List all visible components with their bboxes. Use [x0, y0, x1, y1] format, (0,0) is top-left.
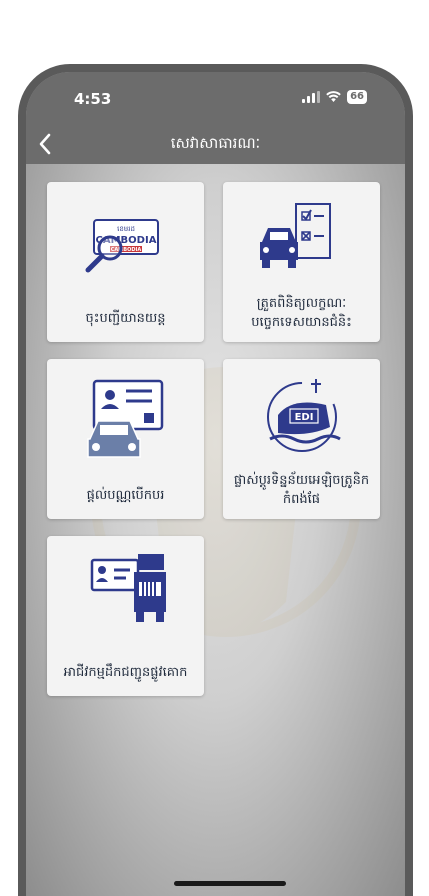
- service-label: ផ្លាស់ប្តូរទិន្នន័យអេឡិចត្រូនិកកំពង់ផែ: [233, 473, 370, 507]
- service-card-port-edi[interactable]: EDI ផ្លាស់ប្តូរទិន្នន័យអេឡិចត្រូនិកកំពង់…: [223, 359, 380, 519]
- service-label: អាជីវកម្មដឹកជញ្ជូនផ្លូវគោក: [63, 665, 188, 680]
- plate-top-text: ខេមរដ: [117, 225, 135, 233]
- vehicle-inspection-checklist-icon: [223, 198, 380, 288]
- service-card-vehicle-registration[interactable]: ខេមរដ CAMBODIA CAMBODIA ចុះបញ្ជីយានយន្ត: [47, 182, 204, 342]
- service-label: ផ្តល់បណ្ណបើកបរ: [86, 488, 165, 503]
- wifi-icon: [326, 91, 341, 102]
- service-card-road-transport[interactable]: អាជីវកម្មដឹកជញ្ជូនផ្លូវគោក: [47, 536, 204, 696]
- home-indicator[interactable]: [174, 881, 286, 886]
- service-card-driving-license[interactable]: ផ្តល់បណ្ណបើកបរ: [47, 359, 204, 519]
- app-screen: 4:53 66 សេវាសាធារណៈ ខេមរដ CAMBODIA CAMBO…: [26, 72, 405, 896]
- nav-bar: សេវាសាធារណៈ: [26, 124, 405, 164]
- signal-icon: [302, 91, 321, 103]
- registration-plate-search-icon: ខេមរដ CAMBODIA CAMBODIA: [47, 198, 204, 288]
- port-edi-ship-icon: EDI: [223, 375, 380, 465]
- status-time: 4:53: [74, 90, 112, 108]
- battery-indicator: 66: [347, 90, 367, 104]
- service-label: ត្រួតពិនិត្យលក្ខណៈបច្ចេកទេសយានជំនិះ: [251, 296, 352, 330]
- service-card-vehicle-inspection[interactable]: ត្រួតពិនិត្យលក្ខណៈបច្ចេកទេសយានជំនិះ: [223, 182, 380, 342]
- phone-frame: 4:53 66 សេវាសាធារណៈ ខេមរដ CAMBODIA CAMBO…: [18, 64, 413, 896]
- service-label: ចុះបញ្ជីយានយន្ត: [85, 311, 166, 326]
- page-title: សេវាសាធារណៈ: [170, 134, 261, 152]
- road-transport-truck-icon: [47, 552, 204, 642]
- driving-license-icon: [47, 375, 204, 465]
- edi-badge: EDI: [294, 412, 313, 423]
- status-bar: 4:53 66: [26, 72, 405, 124]
- status-icons: 66: [302, 90, 367, 104]
